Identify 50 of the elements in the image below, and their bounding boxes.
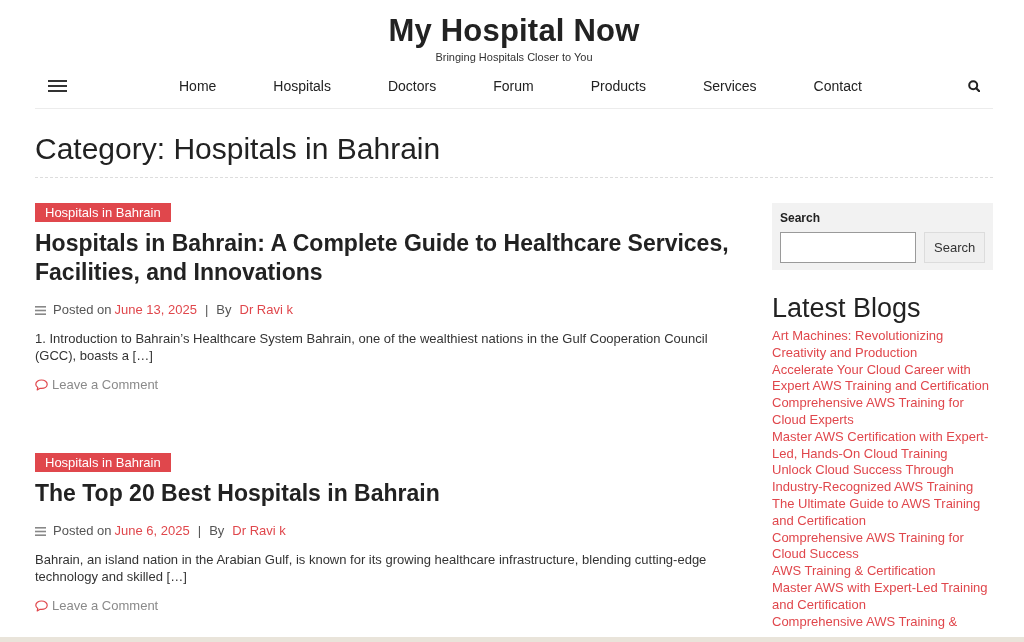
search-label: Search [780,211,821,226]
nav-link[interactable]: Contact [813,76,862,96]
comment-link[interactable]: Leave a Comment [35,376,159,393]
blog-link[interactable]: Master AWS Certification with Expert-Led, Hands-On Cloud Training [772,428,993,463]
list-icon [35,305,46,315]
by-label: By [209,522,225,540]
search-submit-button[interactable]: Search [924,232,986,263]
site-title[interactable]: My Hospital Now [388,13,640,49]
meta-separator: | [204,301,209,319]
blog-link[interactable]: Master AWS with Expert-Led Training and Certification [772,579,993,614]
meta-separator: | [197,522,202,540]
blog-link[interactable]: Comprehensive AWS Training for Cloud Experts [772,395,993,429]
category-tag[interactable]: Hospitals in Bahrain [35,453,171,472]
category-tag[interactable]: Hospitals in Bahrain [35,203,171,222]
author-link[interactable]: Dr Ravi k [232,522,286,540]
blog-link[interactable]: Accelerate Your Cloud Career with Expert AWS Training and Certification [772,361,993,396]
page-title: Category: Hospitals in Bahrain [35,131,441,167]
comment-link[interactable]: Leave a Comment [35,597,159,614]
search-icon [968,80,980,92]
nav-link[interactable]: Services [702,76,757,96]
search-button[interactable] [967,79,981,93]
blog-link[interactable]: Comprehensive AWS Training for Cloud Success [772,529,993,564]
posted-label: Posted on [53,301,112,319]
post-title[interactable]: Hospitals in Bahrain: A Complete Guide to Healthcare Services, Facilities, and Innovations [35,229,744,287]
post-date-link[interactable]: June 13, 2025 [114,301,197,319]
menu-button[interactable] [47,79,68,93]
post-date-link[interactable]: June 6, 2025 [114,522,190,540]
post-title[interactable]: The Top 20 Best Hospitals in Bahrain [35,479,440,508]
nav-link[interactable]: Hospitals [273,76,331,96]
nav-link[interactable]: Products [590,76,646,96]
nav-link[interactable]: Home [179,76,217,96]
posted-label: Posted on [53,522,112,540]
by-label: By [216,301,232,319]
list-icon [35,526,46,536]
speech-bubble-icon [35,599,48,612]
menu-icon [48,80,67,92]
post-excerpt: 1. Introduction to Bahrain’s Healthcare System Bahrain, one of the wealthiest nations in the Gulf Cooperation Council (GCC), boasts a […] [35,331,709,364]
search-field[interactable] [780,232,916,263]
post-excerpt: Bahrain, an island nation in the Arabian Gulf, is known for its growing healthcare infrastructure, blending cutting-edge technology and skilled […] [35,552,708,585]
author-link[interactable]: Dr Ravi k [239,301,293,319]
blog-link[interactable]: Art Machines: Revolutionizing Creativity and Production [772,328,993,362]
blog-link[interactable]: Unlock Cloud Success Through Industry-Recognized AWS Training [772,462,993,496]
blog-link[interactable]: The Ultimate Guide to AWS Training and Certification [772,495,993,530]
speech-bubble-icon [35,378,48,391]
blog-link[interactable]: Comprehensive AWS Training & [772,613,993,631]
site-tagline: Bringing Hospitals Closer to You [435,50,593,64]
widget-title: Latest Blogs [772,292,921,324]
nav-link[interactable]: Doctors [387,76,437,96]
nav-link[interactable]: Forum [493,76,534,96]
blog-link[interactable]: AWS Training & Certification [772,563,993,580]
